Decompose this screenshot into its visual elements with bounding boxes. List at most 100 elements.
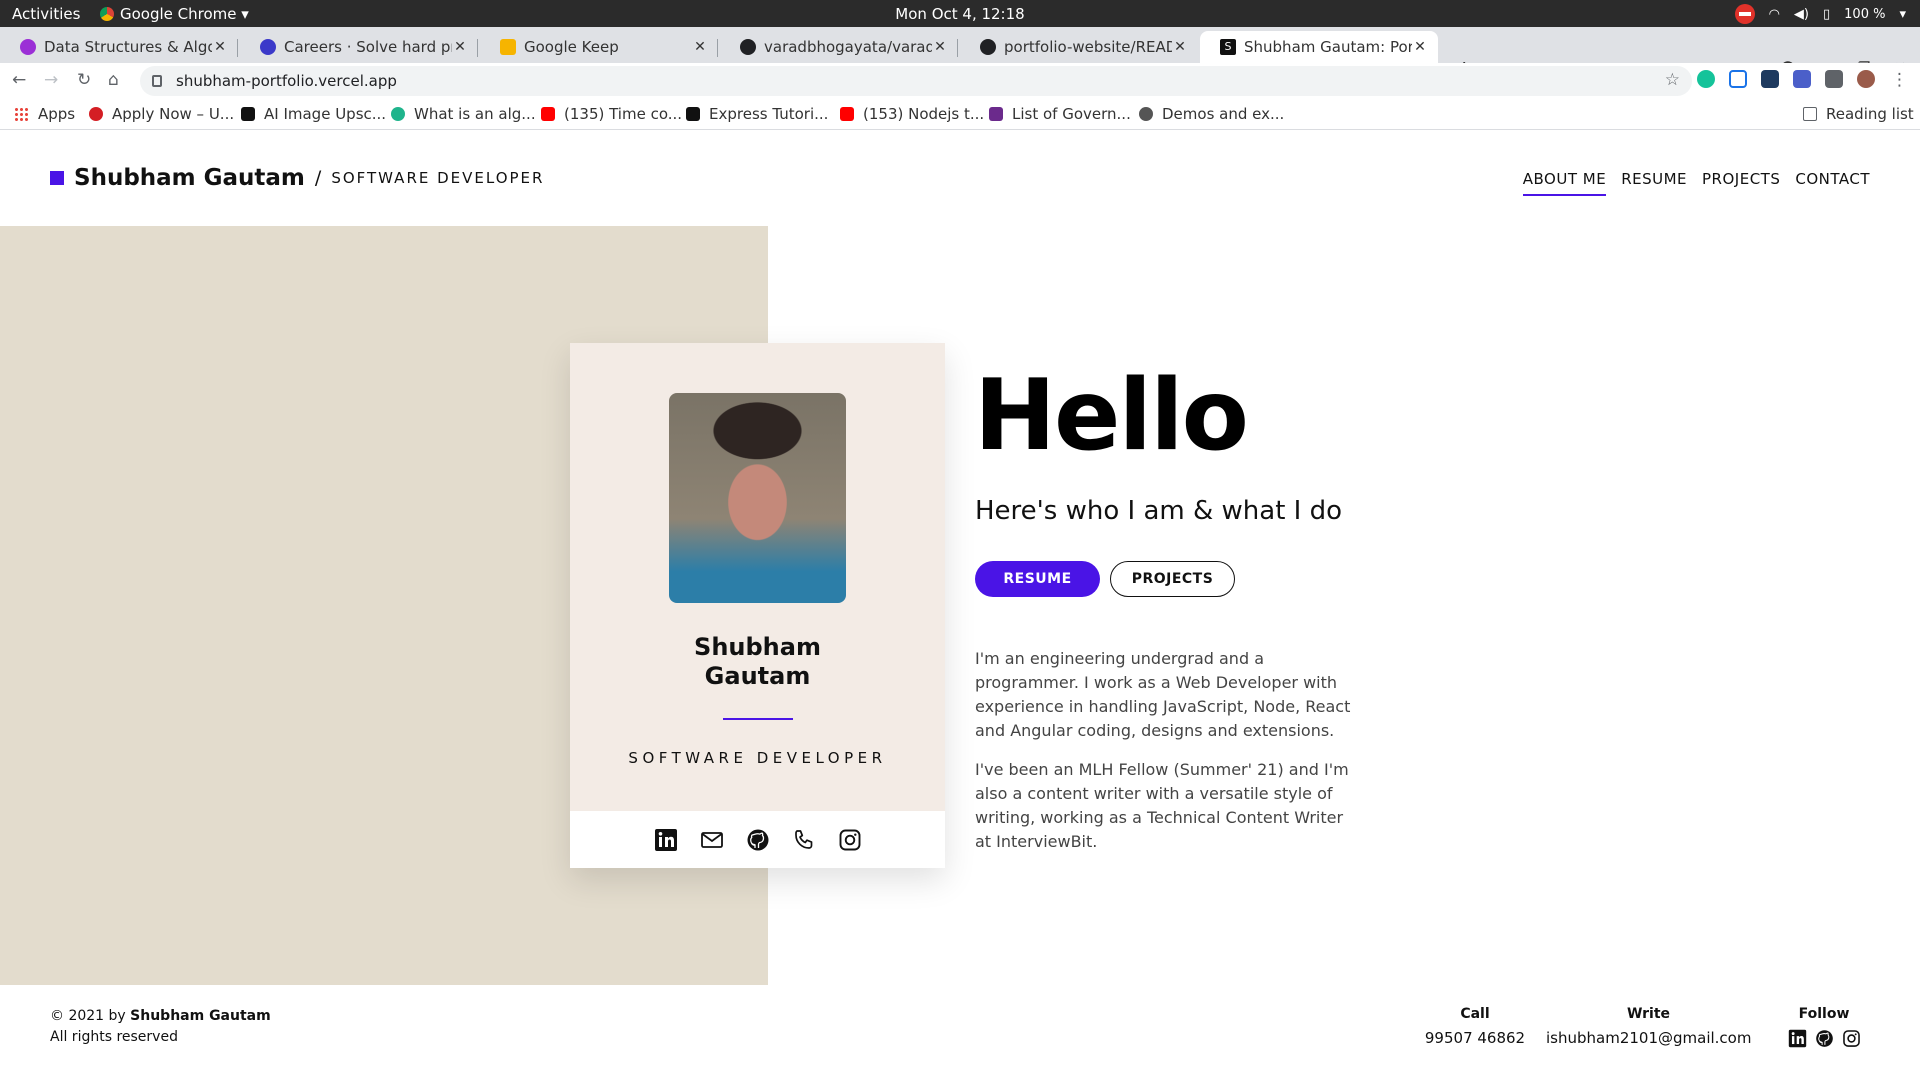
phone-icon[interactable] <box>792 828 816 852</box>
nav-projects[interactable]: PROJECTS <box>1702 170 1780 196</box>
close-icon[interactable]: ✕ <box>212 39 228 55</box>
bookmark-label: (135) Time co... <box>564 105 683 123</box>
browser-tab[interactable]: portfolio-website/README.md ✕ <box>960 31 1198 63</box>
browser-toolbar: ← → ↻ ⌂ shubham-portfolio.vercel.app ☆ ⋮ <box>0 63 1920 99</box>
brand-square-icon <box>50 171 64 185</box>
tab-separator <box>717 39 718 57</box>
bookmark-item[interactable]: Express Tutori... <box>686 105 828 123</box>
call-number[interactable]: 99507 46862 <box>1420 1029 1530 1047</box>
no-entry-icon[interactable] <box>1734 4 1755 24</box>
bookmark-apps[interactable]: Apps <box>14 105 75 123</box>
browser-tab[interactable]: Data Structures & Algorithms ✕ <box>0 31 238 63</box>
close-icon[interactable]: ✕ <box>1412 39 1428 55</box>
instagram-icon[interactable] <box>1842 1029 1861 1048</box>
card-divider <box>723 718 793 720</box>
browser-tab[interactable]: Google Keep ✕ <box>480 31 718 63</box>
address-bar[interactable]: shubham-portfolio.vercel.app ☆ <box>140 66 1692 96</box>
browser-tab-active[interactable]: S Shubham Gautam: Portfolio ✕ <box>1200 31 1438 63</box>
nav-resume[interactable]: RESUME <box>1621 170 1687 196</box>
brand-name: Shubham Gautam <box>74 165 305 191</box>
close-icon[interactable]: ✕ <box>932 39 948 55</box>
github-icon[interactable] <box>1815 1029 1834 1048</box>
bookmark-item[interactable]: (153) Nodejs t... <box>840 105 984 123</box>
battery-level: 100 % <box>1844 6 1886 22</box>
linkedin-icon[interactable] <box>1788 1029 1807 1048</box>
bookmark-item[interactable]: Demos and ex... <box>1139 105 1284 123</box>
youtube-icon <box>541 107 555 121</box>
github-icon[interactable] <box>746 828 770 852</box>
footer-write: Write ishubham2101@gmail.com <box>1546 1006 1751 1047</box>
system-tray[interactable]: ◠ ◀) ▯ 100 % ▾ <box>1734 4 1906 24</box>
bookmark-favicon-icon <box>391 107 405 121</box>
copyright-name: Shubham Gautam <box>130 1008 271 1024</box>
projects-button[interactable]: PROJECTS <box>1110 561 1235 597</box>
instagram-icon[interactable] <box>838 828 862 852</box>
wifi-icon[interactable]: ◠ <box>1769 7 1780 22</box>
volume-icon[interactable]: ◀) <box>1794 7 1809 22</box>
about-paragraph-1: I'm an engineering undergrad and a progr… <box>975 649 1351 740</box>
call-label: Call <box>1460 1006 1490 1022</box>
bookmark-favicon-icon <box>686 107 700 121</box>
notion-extension-icon[interactable] <box>1729 70 1747 88</box>
resume-button[interactable]: RESUME <box>975 561 1100 597</box>
hero-hello: Hello <box>974 359 1249 473</box>
close-icon[interactable]: ✕ <box>452 39 468 55</box>
bookmark-item[interactable]: What is an alg... <box>391 105 536 123</box>
nav-about-me[interactable]: ABOUT ME <box>1522 170 1607 196</box>
tab-separator <box>237 39 238 57</box>
follow-label: Follow <box>1798 1006 1850 1022</box>
tab-favicon-icon: S <box>1220 39 1236 55</box>
bookmark-favicon-icon <box>241 107 255 121</box>
close-icon[interactable]: ✕ <box>1172 39 1188 55</box>
mail-icon[interactable] <box>700 828 724 852</box>
bookmark-item[interactable]: (135) Time co... <box>541 105 682 123</box>
back-arrow-icon[interactable]: ← <box>12 70 26 90</box>
forward-arrow-icon[interactable]: → <box>44 70 58 90</box>
bookmark-label: (153) Nodejs t... <box>863 105 985 123</box>
tab-separator <box>477 39 478 57</box>
close-icon[interactable]: ✕ <box>692 39 708 55</box>
profile-photo <box>669 393 846 603</box>
puzzle-extensions-icon[interactable] <box>1825 70 1843 88</box>
url-text[interactable]: shubham-portfolio.vercel.app <box>176 72 397 90</box>
linkedin-icon[interactable] <box>654 828 678 852</box>
footer-social-icons <box>1774 1029 1874 1048</box>
tab-title: portfolio-website/README.md <box>1004 38 1172 56</box>
reload-icon[interactable]: ↻ <box>77 70 91 90</box>
nav-contact[interactable]: CONTACT <box>1795 170 1870 196</box>
card-social-links <box>570 811 945 868</box>
grammarly-extension-icon[interactable] <box>1697 70 1715 88</box>
tab-title: Data Structures & Algorithms <box>44 38 212 56</box>
bookmark-item[interactable]: List of Govern... <box>989 105 1131 123</box>
email-link[interactable]: ishubham2101@gmail.com <box>1546 1029 1751 1047</box>
react-devtools-extension-icon[interactable] <box>1761 70 1779 88</box>
about-paragraph-2: I've been an MLH Fellow (Summer' 21) and… <box>975 760 1349 851</box>
github-icon <box>980 39 996 55</box>
bookmark-favicon-icon <box>89 107 103 121</box>
footer-call: Call 99507 46862 <box>1420 1006 1530 1047</box>
bookmark-item[interactable]: Apply Now – U... <box>89 105 234 123</box>
bookmarks-bar: Apps Apply Now – U... AI Image Upsc... W… <box>0 99 1920 130</box>
footer-follow: Follow <box>1774 1006 1874 1048</box>
reading-list-button[interactable]: Reading list <box>1803 105 1914 123</box>
browser-tab[interactable]: varadbhogayata/varadbhogayata ✕ <box>720 31 958 63</box>
bookmark-label: AI Image Upsc... <box>264 105 387 123</box>
bookmark-item[interactable]: AI Image Upsc... <box>241 105 386 123</box>
more-menu-icon[interactable]: ⋮ <box>1891 70 1908 90</box>
tab-title: Shubham Gautam: Portfolio <box>1244 38 1412 56</box>
browser-tab[interactable]: Careers · Solve hard problems ✕ <box>240 31 478 63</box>
tab-strip: Data Structures & Algorithms ✕ Careers ·… <box>0 27 1920 82</box>
lock-icon[interactable] <box>152 75 162 87</box>
clock[interactable]: Mon Oct 4, 12:18 <box>0 5 1920 23</box>
bookmark-star-icon[interactable]: ☆ <box>1665 70 1680 90</box>
battery-icon[interactable]: ▯ <box>1823 7 1830 22</box>
bookmark-label: Apps <box>38 105 76 123</box>
profile-avatar[interactable] <box>1857 70 1875 88</box>
chevron-down-icon[interactable]: ▾ <box>1899 7 1906 22</box>
tab-title: Google Keep <box>524 38 619 56</box>
card-role: SOFTWARE DEVELOPER <box>628 749 887 767</box>
home-icon[interactable]: ⌂ <box>108 70 119 90</box>
extension-icon[interactable] <box>1793 70 1811 88</box>
site-brand[interactable]: Shubham Gautam / SOFTWARE DEVELOPER <box>50 165 544 191</box>
rights-text: All rights reserved <box>50 1029 178 1045</box>
